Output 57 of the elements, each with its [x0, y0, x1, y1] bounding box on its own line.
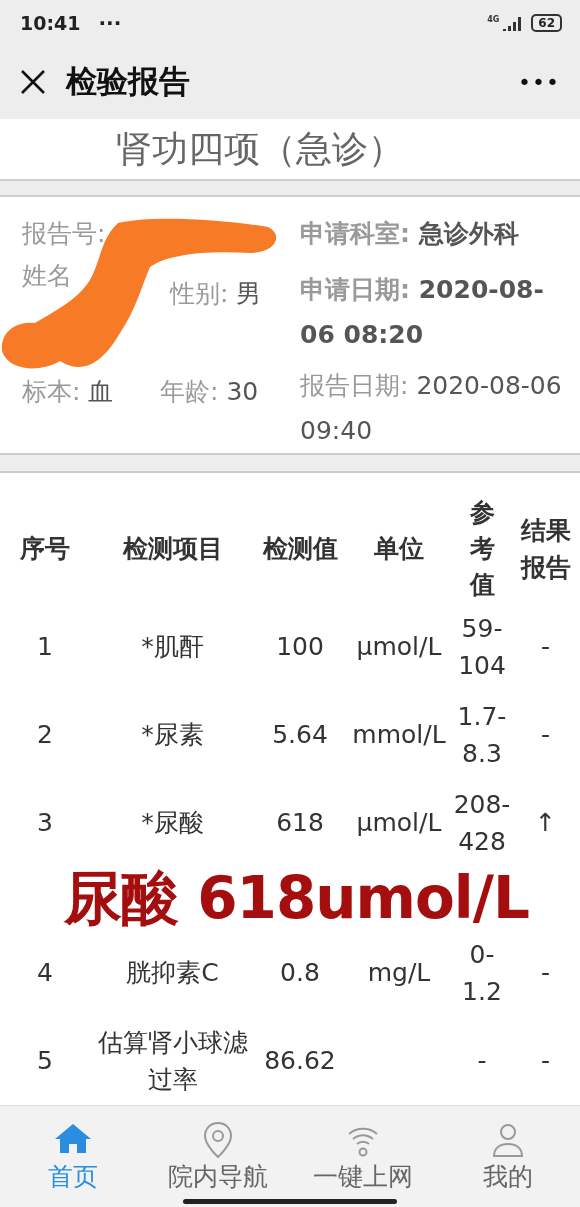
page-title: 检验报告: [66, 62, 191, 102]
network-type: 4G: [487, 15, 500, 24]
table-cell-text: -: [540, 1045, 551, 1078]
column-header: 序号: [19, 533, 71, 566]
column-header: 参考值: [468, 496, 496, 601]
request-date-field: 申请日期: 2020-08-06 08:20: [300, 266, 580, 357]
table-cell-text: -: [540, 631, 551, 664]
column-header: 检测值: [261, 533, 339, 566]
report-number-label: 报告号:: [22, 217, 107, 250]
more-button[interactable]: •••: [518, 69, 560, 95]
gender-field: 性别: 男: [170, 272, 262, 315]
nav-tab[interactable]: 我的: [435, 1105, 580, 1207]
table-cell-text: *肌酐: [140, 631, 205, 664]
table-cell-text: 59-104: [457, 612, 507, 682]
table-cell-text: -: [540, 719, 551, 752]
table-cell-text: μmol/L: [355, 807, 443, 840]
table-cell-text: mmol/L: [351, 719, 447, 752]
table-cell-text: 1.7-8.3: [456, 700, 508, 770]
table-cell-text: 2: [36, 719, 54, 752]
table-cell-text: 3: [36, 807, 54, 840]
report-date-field: 报告日期: 2020-08-06 09:40: [300, 362, 580, 453]
name-label: 姓名: [22, 259, 73, 292]
table-cell-text: 0.8: [279, 957, 321, 990]
table-cell-text: -: [540, 957, 551, 990]
table-cell-text: 4: [36, 957, 54, 990]
table-cell-text: 1: [36, 631, 54, 664]
table-cell-text: *尿酸: [140, 807, 205, 840]
table-cell-text: 胱抑素C: [125, 957, 220, 990]
table-cell-text: 估算肾小球滤过率: [96, 1026, 249, 1096]
clock-time: 10:41: [20, 11, 81, 34]
table-cell-text: 100: [275, 631, 325, 664]
table-cell-text: 5.64: [271, 719, 329, 752]
table-cell-text: 0-1.2: [461, 938, 503, 1008]
signal-icon: [501, 14, 524, 31]
report-title: 肾功四项（急诊）: [115, 126, 405, 171]
table-cell-text: *尿素: [140, 719, 205, 752]
close-icon[interactable]: [20, 69, 46, 96]
table-cell-text: 86.62: [263, 1045, 337, 1078]
age-field: 年龄: 30: [160, 356, 300, 427]
table-cell-text: 618: [275, 807, 325, 840]
table-cell-text: 208-428: [453, 788, 511, 858]
battery-level: 62: [531, 13, 562, 32]
table-cell-text: μmol/L: [355, 631, 443, 664]
annotation-text: 尿酸 618umol/L: [64, 866, 529, 929]
nav-tab[interactable]: 首页: [0, 1105, 145, 1207]
nav-tab[interactable]: 一键上网: [290, 1105, 435, 1207]
table-cell-text: mg/L: [366, 957, 432, 990]
notification-more: ···: [98, 10, 122, 35]
department-field: 申请科室: 急诊外科: [300, 212, 580, 255]
table-cell-text: ↑: [534, 807, 557, 840]
table-cell-text: 5: [36, 1045, 54, 1078]
specimen-field: 标本: 血: [22, 356, 160, 427]
column-header: 结果报告: [519, 514, 572, 584]
nav-tab[interactable]: 院内导航: [145, 1105, 290, 1207]
column-header: 检测项目: [121, 533, 224, 566]
column-header: 单位: [373, 533, 425, 566]
table-cell-text: -: [476, 1045, 488, 1078]
